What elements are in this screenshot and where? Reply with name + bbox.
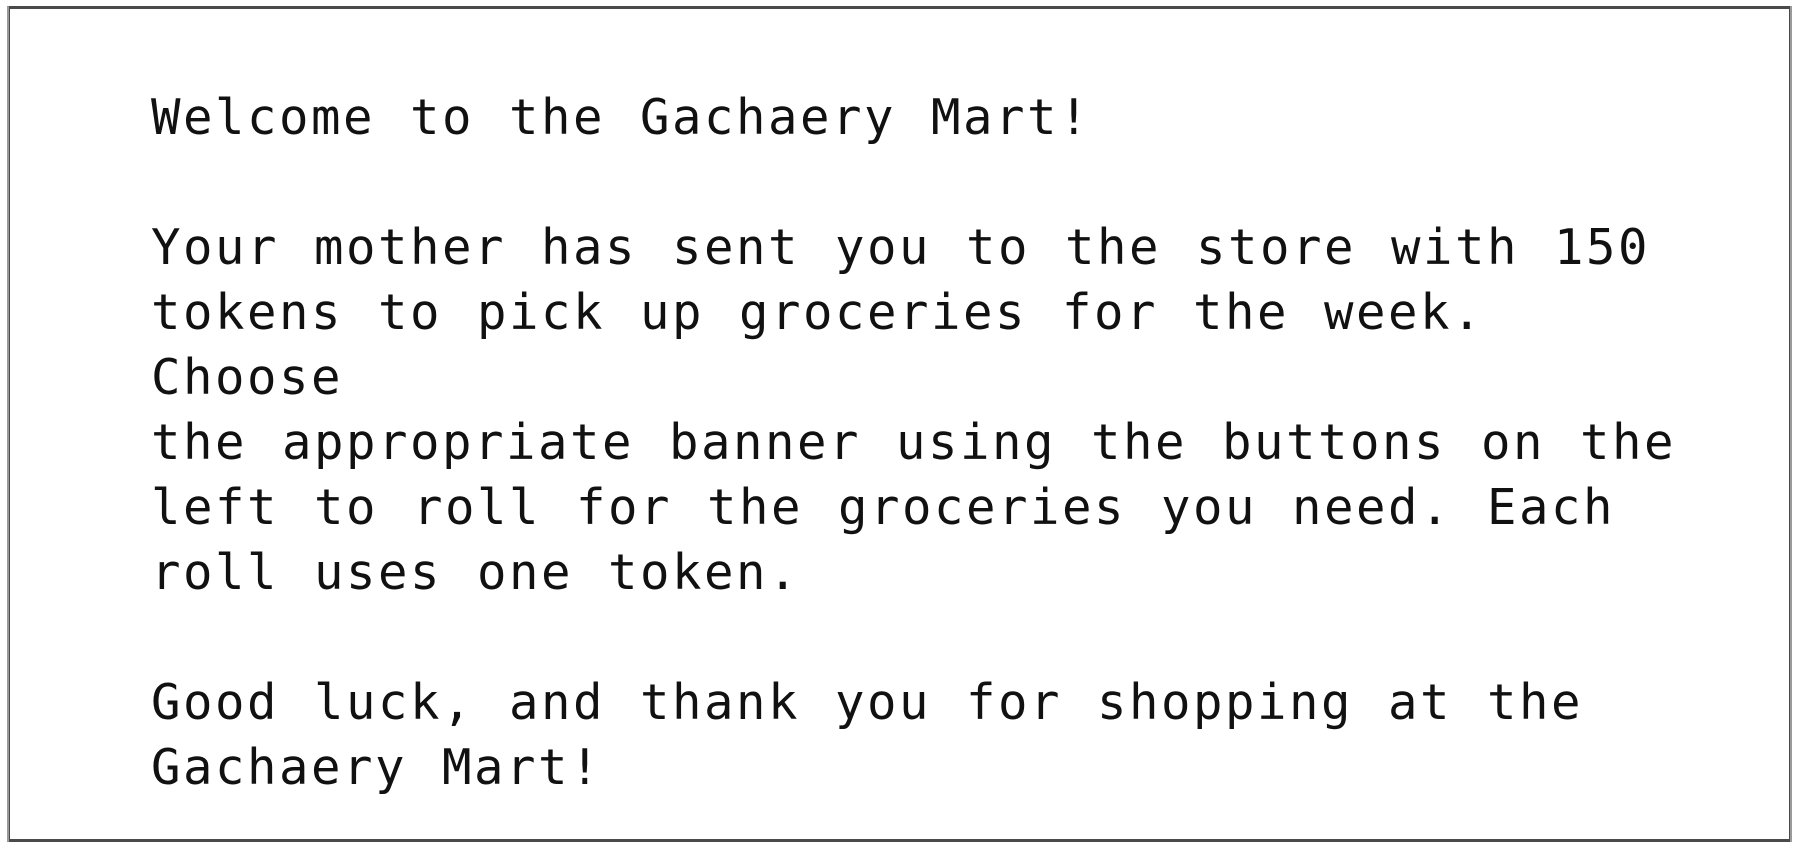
intro-text-block: Welcome to the Gachaery Mart! Your mothe… xyxy=(151,85,1691,800)
farewell-paragraph: Good luck, and thank you for shopping at… xyxy=(151,674,1584,796)
welcome-heading: Welcome to the Gachaery Mart! xyxy=(151,89,1092,146)
instructions-paragraph: Your mother has sent you to the store wi… xyxy=(151,219,1677,601)
intro-dialog-panel: Welcome to the Gachaery Mart! Your mothe… xyxy=(7,6,1792,842)
